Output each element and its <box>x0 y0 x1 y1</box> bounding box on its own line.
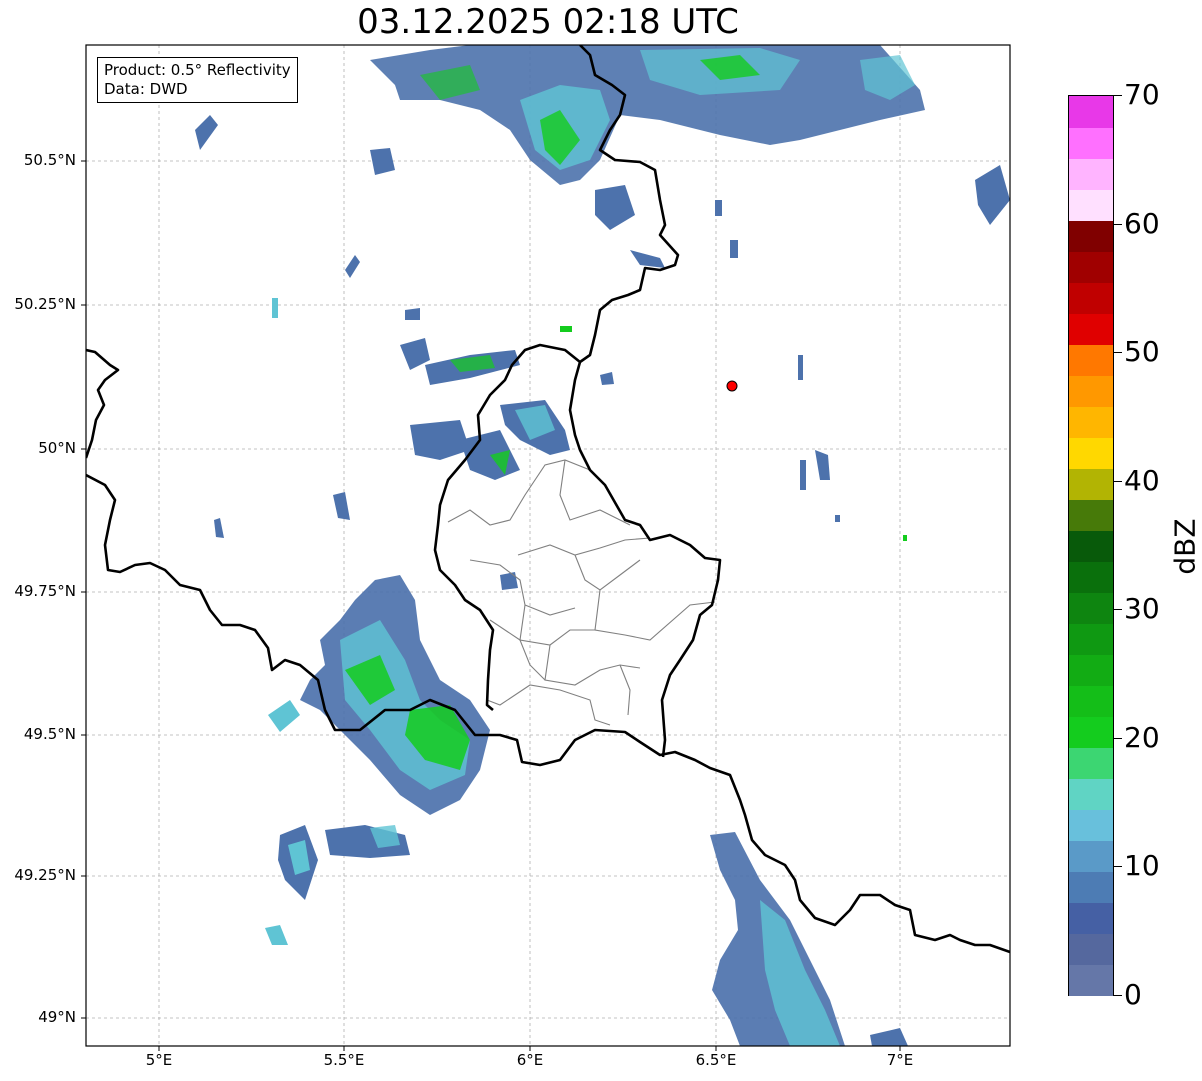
colorbar-segment <box>1069 313 1113 345</box>
colorbar-segment <box>1069 685 1113 717</box>
colorbar-tick <box>1114 995 1122 996</box>
colorbar-tick <box>1114 352 1122 353</box>
colorbar-tick-label: 50 <box>1124 335 1160 368</box>
colorbar-segment <box>1069 964 1113 996</box>
colorbar-tick <box>1114 481 1122 482</box>
colorbar-segment <box>1069 251 1113 283</box>
data-source-text: Data: DWD <box>104 80 188 98</box>
colorbar-segment <box>1069 96 1113 128</box>
colorbar-tick <box>1114 95 1122 96</box>
lon-label: 5°E <box>145 1051 173 1069</box>
colorbar-segment <box>1069 933 1113 965</box>
colorbar-title: dBZ <box>1168 518 1202 575</box>
map-canvas <box>86 45 1010 1046</box>
radar-map <box>81 44 1011 1051</box>
colorbar-segment <box>1069 158 1113 190</box>
colorbar-segment <box>1069 468 1113 500</box>
colorbar-tick-label: 30 <box>1124 592 1160 625</box>
colorbar-tick <box>1114 224 1122 225</box>
country-borders <box>86 45 1010 954</box>
colorbar-segment <box>1069 561 1113 593</box>
lat-label: 49.25°N <box>14 866 76 884</box>
colorbar-segment <box>1069 437 1113 469</box>
colorbar-segment <box>1069 499 1113 531</box>
product-info-box: Product: 0.5° Reflectivity Data: DWD <box>97 57 298 103</box>
colorbar-tick-label: 40 <box>1124 464 1160 497</box>
lat-label: 49°N <box>38 1008 76 1026</box>
radar-station-marker <box>726 380 738 392</box>
lat-label: 50.25°N <box>14 295 76 313</box>
lat-label: 50°N <box>38 439 76 457</box>
colorbar-segment <box>1069 654 1113 686</box>
colorbar-segment <box>1069 716 1113 748</box>
colorbar-segment <box>1069 530 1113 562</box>
radar-echoes <box>195 45 1010 1046</box>
colorbar-segment <box>1069 189 1113 221</box>
colorbar-segment <box>1069 375 1113 407</box>
lon-label: 5.5°E <box>323 1051 365 1069</box>
lat-label: 49.5°N <box>23 725 76 743</box>
product-text: Product: 0.5° Reflectivity <box>104 61 291 79</box>
colorbar-tick-label: 70 <box>1124 78 1160 111</box>
colorbar-segment <box>1069 871 1113 903</box>
colorbar-segment <box>1069 747 1113 779</box>
colorbar-segment <box>1069 127 1113 159</box>
colorbar-segment <box>1069 623 1113 655</box>
colorbar-tick-label: 20 <box>1124 721 1160 754</box>
lat-label: 49.75°N <box>14 582 76 600</box>
colorbar-segment <box>1069 344 1113 376</box>
colorbar-tick <box>1114 609 1122 610</box>
colorbar-segment <box>1069 809 1113 841</box>
lon-label: 6°E <box>516 1051 544 1069</box>
colorbar-segment <box>1069 902 1113 934</box>
colorbar-tick <box>1114 738 1122 739</box>
colorbar-tick-label: 10 <box>1124 849 1160 882</box>
lat-label: 50.5°N <box>23 151 76 169</box>
colorbar-segment <box>1069 778 1113 810</box>
colorbar <box>1068 95 1114 996</box>
lon-label: 6.5°E <box>695 1051 737 1069</box>
colorbar-segment <box>1069 592 1113 624</box>
colorbar-segment <box>1069 406 1113 438</box>
colorbar-segment <box>1069 840 1113 872</box>
colorbar-tick-label: 0 <box>1124 978 1142 1011</box>
colorbar-tick-label: 60 <box>1124 207 1160 240</box>
colorbar-segment <box>1069 220 1113 252</box>
colorbar-tick <box>1114 866 1122 867</box>
lon-label: 7°E <box>886 1051 914 1069</box>
colorbar-segment <box>1069 282 1113 314</box>
